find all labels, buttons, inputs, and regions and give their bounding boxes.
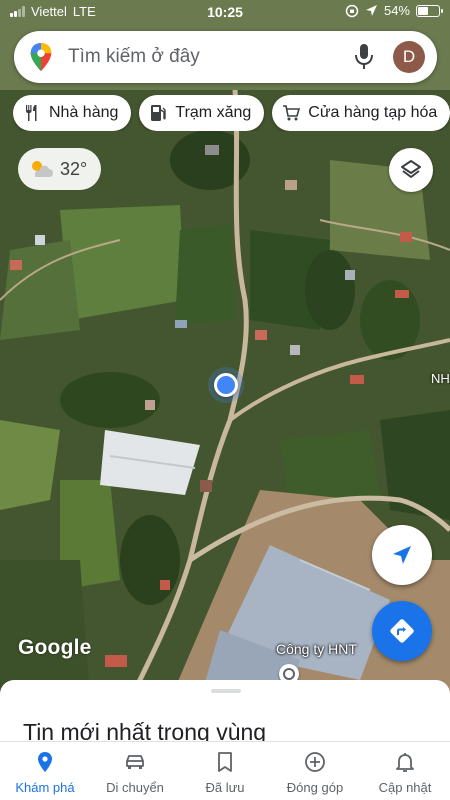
gas-station-icon — [151, 105, 167, 121]
restaurant-icon — [26, 105, 37, 121]
layers-icon — [401, 160, 421, 178]
battery-icon — [416, 4, 443, 17]
location-arrow-icon — [365, 5, 377, 16]
add-circle-icon — [305, 752, 325, 772]
chip-label: Trạm xăng — [175, 104, 252, 121]
map-place-label[interactable]: NH — [431, 371, 450, 386]
tab-label: Đã lưu — [205, 780, 245, 795]
my-location-button[interactable] — [372, 525, 432, 585]
tab-commute[interactable]: Di chuyển — [90, 742, 180, 800]
tab-label: Khám phá — [15, 780, 75, 795]
mic-icon[interactable] — [353, 42, 375, 72]
navigation-arrow-icon — [393, 546, 411, 564]
explore-pin-icon — [38, 752, 52, 772]
directions-icon — [390, 619, 414, 643]
tab-label: Đóng góp — [286, 780, 344, 795]
rotation-lock-icon — [345, 4, 359, 17]
partly-cloudy-icon — [32, 161, 53, 177]
maps-pin-icon — [30, 42, 52, 72]
layers-button[interactable] — [389, 148, 433, 192]
search-bar[interactable]: Tìm kiếm ở đây D — [14, 31, 437, 83]
category-chips: Nhà hàng Trạm xăng Cửa hàng tạp hóa — [13, 95, 450, 131]
cart-icon — [283, 105, 301, 121]
tab-saved[interactable]: Đã lưu — [180, 742, 270, 800]
bell-icon — [396, 753, 414, 772]
status-bar: Viettel LTE 10:25 54% — [0, 0, 450, 24]
chip-label: Nhà hàng — [49, 104, 119, 121]
google-logo: Google — [18, 636, 92, 659]
tab-label: Cập nhật — [378, 780, 432, 795]
drag-handle[interactable] — [211, 689, 241, 693]
chip-restaurants[interactable]: Nhà hàng — [13, 95, 132, 131]
tab-explore[interactable]: Khám phá — [0, 742, 90, 800]
tab-label: Di chuyển — [106, 780, 164, 795]
weather-badge[interactable]: 32° — [18, 148, 102, 190]
temperature: 32° — [60, 158, 88, 179]
tab-contribute[interactable]: Đóng góp — [270, 742, 360, 800]
chip-label: Cửa hàng tạp hóa — [308, 104, 438, 121]
poi-label[interactable]: Công ty HNT — [276, 641, 357, 657]
bookmark-icon — [218, 752, 232, 772]
tab-updates[interactable]: Cập nhật — [360, 742, 450, 800]
directions-button[interactable] — [372, 601, 432, 661]
battery-percent: 54% — [383, 3, 410, 18]
current-location-dot — [214, 373, 238, 397]
search-input[interactable]: Tìm kiếm ở đây — [68, 46, 353, 68]
chip-grocery-stores[interactable]: Cửa hàng tạp hóa — [272, 95, 450, 131]
chip-gas-stations[interactable]: Trạm xăng — [139, 95, 265, 131]
car-icon — [126, 755, 144, 769]
avatar[interactable]: D — [393, 41, 425, 73]
bottom-navigation: Khám phá Di chuyển Đã lưu Đóng góp Cập n… — [0, 741, 450, 800]
